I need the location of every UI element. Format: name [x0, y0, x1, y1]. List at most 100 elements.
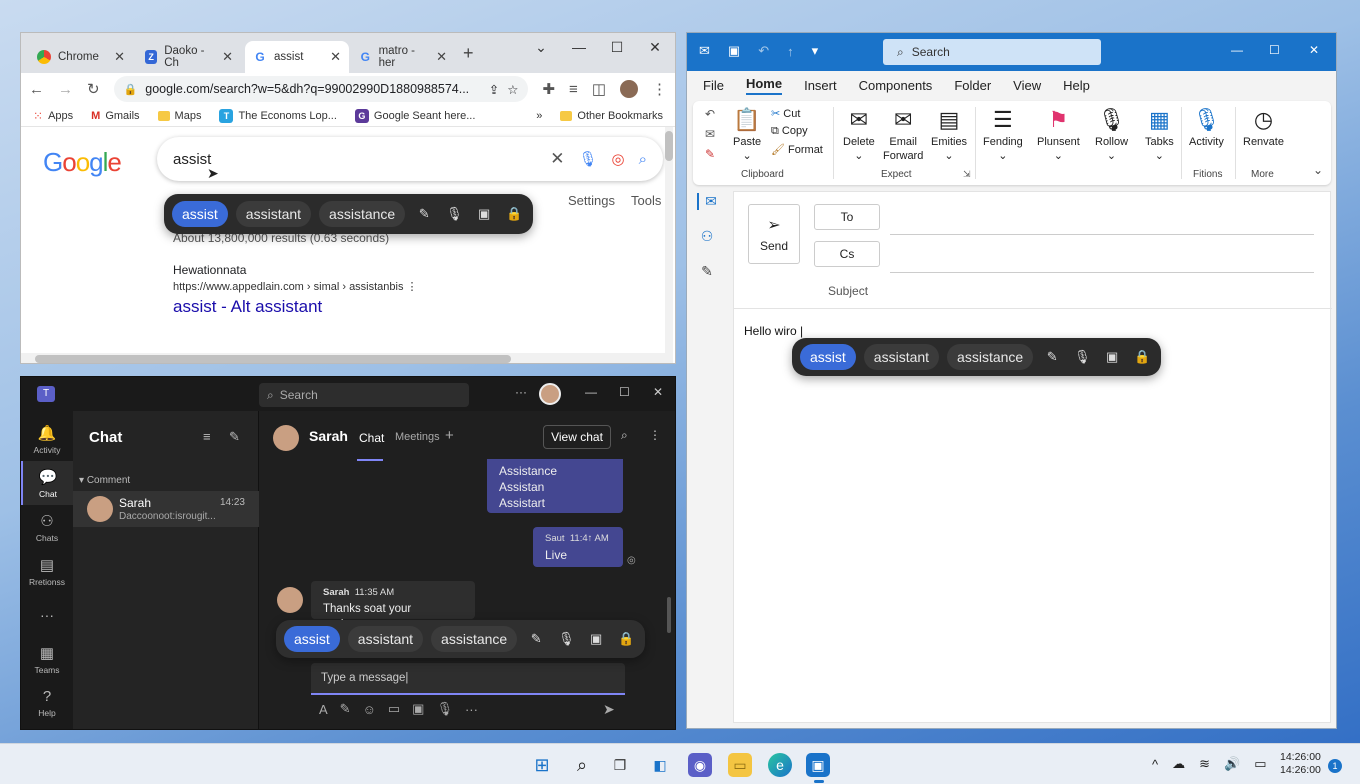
battery-icon[interactable]: ▭ — [1254, 756, 1266, 772]
menu-file[interactable]: File — [703, 78, 724, 93]
rail-chat[interactable]: 💬 Chat — [21, 461, 73, 505]
gif-icon[interactable]: ▭ — [388, 701, 400, 717]
emities-button[interactable]: ▤ Emities ⌄ — [931, 105, 967, 163]
scrollbar-thumb[interactable] — [665, 131, 673, 161]
other-bookmarks[interactable]: Other Bookmarks — [560, 110, 663, 122]
send-button[interactable]: ➢ Send — [748, 204, 800, 264]
lock-icon[interactable]: 🔒 — [1131, 349, 1153, 365]
emoji-icon[interactable]: ☺ — [363, 702, 376, 717]
send-icon[interactable]: ➤ — [603, 701, 615, 718]
more-icon[interactable]: ··· — [465, 702, 478, 717]
more-icon[interactable]: ⋮ — [407, 281, 418, 293]
widgets-icon[interactable]: ◧ — [648, 753, 672, 777]
tab-matro[interactable]: G matro - her ✕ — [351, 41, 455, 73]
suggestion-assist[interactable]: assist — [284, 626, 340, 652]
bookmark-maps[interactable]: Maps — [157, 110, 201, 122]
minimize-button[interactable]: — — [1231, 43, 1243, 57]
view-chat-button[interactable]: View chat — [543, 425, 611, 449]
suggestion-assistant[interactable]: assistant — [235, 201, 312, 227]
bookmark-apps[interactable]: ⁙ Apps — [33, 109, 73, 123]
close-button[interactable]: ✕ — [1309, 43, 1319, 57]
bookmark-gmail[interactable]: M Gmails — [91, 110, 139, 122]
tab-assist[interactable]: G assist ✕ — [245, 41, 349, 73]
handwriting-icon[interactable]: ✎ — [1041, 349, 1063, 365]
settings-link[interactable]: Settings — [568, 193, 615, 208]
maximize-button[interactable]: ☐ — [619, 385, 630, 399]
clock[interactable]: 14:26:00 14:26:00 — [1280, 751, 1321, 777]
search-icon[interactable]: ⌕ — [570, 753, 594, 777]
maximize-button[interactable]: ☐ — [1269, 43, 1280, 57]
file-explorer-icon[interactable]: ▭ — [728, 753, 752, 777]
suggestion-assistant[interactable]: assistant — [347, 626, 424, 652]
suggestion-assistant[interactable]: assistant — [863, 344, 940, 370]
scrollbar-thumb[interactable] — [35, 355, 511, 363]
activity-button[interactable]: 🎙 Activity — [1189, 105, 1224, 149]
store-icon[interactable]: ▣ — [806, 753, 830, 777]
cut-button[interactable]: ✂ Cut — [771, 107, 823, 120]
sticker-icon[interactable]: ▣ — [412, 701, 424, 717]
chevron-up-icon[interactable]: ^ — [1152, 757, 1158, 772]
suggestion-assistance[interactable]: assistance — [431, 626, 518, 652]
search-icon[interactable]: ⌕ — [639, 151, 647, 168]
side-panel-icon[interactable]: ◫ — [592, 80, 606, 98]
wifi-icon[interactable]: ≋ — [1199, 756, 1210, 772]
tabks-button[interactable]: ▦ Tabks ⌄ — [1145, 105, 1174, 163]
back-icon[interactable]: ← — [29, 81, 44, 98]
cc-field[interactable] — [890, 272, 1314, 273]
copy-button[interactable]: ⧉ Copy — [771, 125, 823, 138]
search-icon[interactable]: ⌕ — [621, 428, 628, 443]
ink-icon[interactable]: ✎ — [705, 147, 715, 161]
extensions-icon[interactable]: ✚ — [542, 80, 555, 98]
reading-list-icon[interactable]: ≡ — [569, 81, 578, 98]
plunsent-button[interactable]: ⚑ Plunsent ⌄ — [1037, 105, 1080, 163]
clipboard-icon[interactable]: ▣ — [473, 206, 495, 222]
close-button[interactable]: ✕ — [653, 385, 663, 399]
mail-icon[interactable]: ✉ — [705, 127, 715, 141]
suggestion-assist[interactable]: assist — [172, 201, 228, 227]
close-button[interactable]: ✕ — [645, 39, 665, 56]
renvate-button[interactable]: ◷ Renvate — [1243, 105, 1284, 149]
search-query[interactable]: assist — [173, 151, 536, 168]
clipboard-icon[interactable]: ▣ — [1101, 349, 1123, 365]
group-header[interactable]: ▾ Comment — [79, 475, 130, 486]
star-icon[interactable]: ☆ — [507, 82, 518, 97]
bookmark-economs[interactable]: T The Economs Lop... — [219, 108, 337, 123]
rail-teams[interactable]: ▦ Teams — [21, 637, 73, 681]
clear-icon[interactable]: ✕ — [550, 149, 564, 169]
pen-icon[interactable]: ✎ — [340, 701, 351, 717]
mail-icon[interactable]: ✉ — [697, 193, 717, 210]
rollow-button[interactable]: 🎙 Rollow ⌄ — [1095, 105, 1128, 163]
to-button[interactable]: To — [814, 204, 880, 230]
save-icon[interactable]: ▣ — [728, 43, 740, 59]
minimize-button[interactable]: — — [569, 39, 589, 55]
task-view-icon[interactable]: ❐ — [608, 753, 632, 777]
close-icon[interactable]: ✕ — [436, 49, 447, 65]
mic-icon[interactable]: 🎙 — [555, 631, 577, 647]
mic-icon[interactable]: 🎙 — [436, 701, 453, 717]
google-logo[interactable]: Google — [43, 147, 122, 178]
more-icon[interactable]: ··· — [515, 385, 527, 399]
result-url-row[interactable]: https://www.appedlain.com › simal › assi… — [173, 280, 418, 293]
menu-help[interactable]: Help — [1063, 78, 1090, 93]
bookmark-google-seant[interactable]: G Google Seant here... — [354, 108, 475, 123]
share-icon[interactable]: ⇪ — [489, 82, 499, 97]
bookmarks-overflow[interactable]: » — [536, 110, 542, 122]
rail-help[interactable]: ? Help — [21, 681, 73, 725]
filter-icon[interactable]: ≡ — [203, 429, 211, 444]
notification-badge[interactable]: 1 — [1328, 759, 1342, 773]
teams-search-box[interactable]: ⌕ Search — [259, 383, 469, 407]
cc-button[interactable]: Cs — [814, 241, 880, 267]
tools-link[interactable]: Tools — [631, 193, 661, 208]
teams-app-icon[interactable]: ◉ — [688, 753, 712, 777]
handwriting-icon[interactable]: ✎ — [525, 631, 547, 647]
compose-icon[interactable]: ✎ — [229, 429, 240, 445]
menu-home[interactable]: Home — [745, 76, 783, 95]
suggestion-assistance[interactable]: assistance — [947, 344, 1034, 370]
reload-icon[interactable]: ↻ — [87, 80, 100, 98]
conversation-item[interactable]: Sarah 14:23 Daccoonoot:isrougit... — [73, 491, 259, 527]
start-icon[interactable]: ⊞ — [530, 753, 554, 777]
lock-icon[interactable]: 🔒 — [615, 631, 637, 647]
menu-folder[interactable]: Folder — [954, 78, 991, 93]
dialog-launcher-icon[interactable]: ⇲ — [963, 169, 971, 180]
avatar[interactable] — [539, 383, 561, 405]
